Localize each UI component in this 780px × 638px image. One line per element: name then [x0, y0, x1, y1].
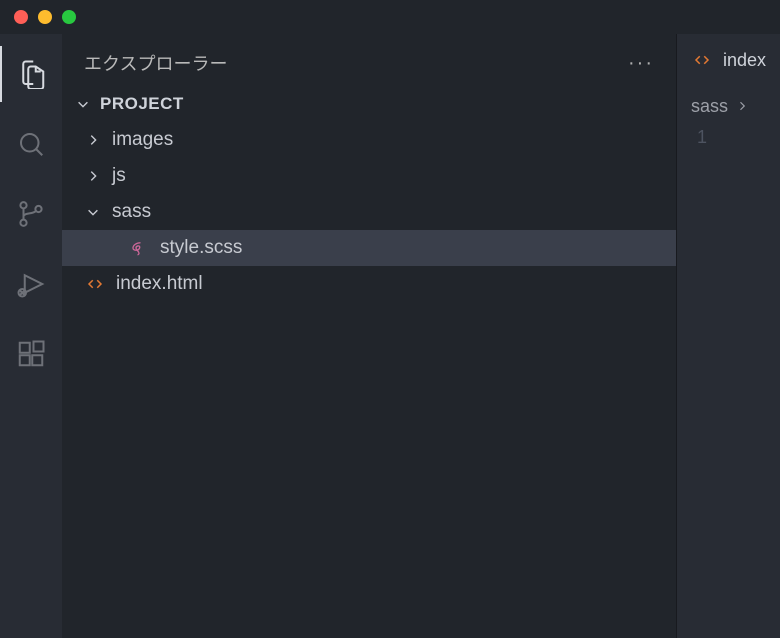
html-file-icon: [84, 275, 106, 293]
sidebar-more-icon[interactable]: ···: [628, 52, 654, 75]
file-index-html[interactable]: index.html: [62, 266, 676, 302]
file-tree: images js sass style.scss: [62, 122, 676, 302]
activity-source-control-icon[interactable]: [0, 186, 62, 242]
folder-images[interactable]: images: [62, 122, 676, 158]
line-number: 1: [677, 123, 707, 148]
folder-label: js: [112, 165, 126, 187]
activity-explorer-icon[interactable]: [0, 46, 62, 102]
tab-index-html[interactable]: index: [677, 34, 780, 86]
window-titlebar: [0, 0, 780, 34]
project-label: PROJECT: [100, 94, 184, 114]
activity-search-icon[interactable]: [0, 116, 62, 172]
project-header[interactable]: PROJECT: [62, 86, 676, 122]
explorer-sidebar: エクスプローラー ··· PROJECT images js: [62, 34, 676, 638]
file-style-scss[interactable]: style.scss: [62, 230, 676, 266]
file-label: index.html: [116, 273, 203, 295]
file-label: style.scss: [160, 237, 242, 259]
sidebar-header: エクスプローラー ···: [62, 34, 676, 86]
sass-file-icon: [128, 239, 150, 257]
folder-label: images: [112, 129, 173, 151]
breadcrumb-segment: sass: [691, 96, 728, 117]
folder-js[interactable]: js: [62, 158, 676, 194]
activity-bar: [0, 34, 62, 638]
chevron-right-icon: [736, 96, 748, 117]
window-zoom-button[interactable]: [62, 10, 76, 24]
chevron-down-icon: [84, 205, 102, 219]
folder-sass[interactable]: sass: [62, 194, 676, 230]
chevron-down-icon: [74, 97, 92, 111]
chevron-right-icon: [84, 133, 102, 147]
activity-extensions-icon[interactable]: [0, 326, 62, 382]
editor-area: index sass 1: [676, 34, 780, 638]
activity-run-debug-icon[interactable]: [0, 256, 62, 312]
folder-label: sass: [112, 201, 151, 223]
editor-tabs: index: [677, 34, 780, 86]
html-file-icon: [691, 51, 713, 69]
chevron-right-icon: [84, 169, 102, 183]
breadcrumb[interactable]: sass: [677, 86, 780, 123]
window-close-button[interactable]: [14, 10, 28, 24]
sidebar-title: エクスプローラー: [84, 50, 227, 76]
window-minimize-button[interactable]: [38, 10, 52, 24]
tab-label: index: [723, 50, 766, 71]
